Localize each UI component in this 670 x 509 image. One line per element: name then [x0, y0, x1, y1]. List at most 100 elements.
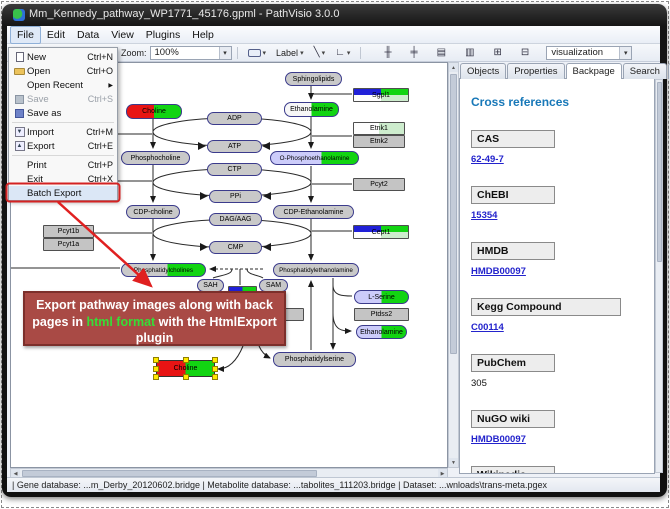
gene-node-tool-button[interactable]: ▾	[244, 45, 271, 60]
file-menu-export[interactable]: ▲ ExportCtrl+E	[9, 139, 117, 153]
selection-handle[interactable]	[183, 374, 189, 380]
xref-link[interactable]: 62-49-7	[471, 154, 654, 165]
line-tool-button[interactable]: ╲ ▾	[310, 45, 330, 60]
node-ppi[interactable]: PPi	[209, 190, 262, 203]
scroll-up-icon[interactable]: ▲	[449, 63, 458, 72]
open-folder-icon	[12, 68, 27, 75]
visualization-combobox[interactable]: visualization ▾	[546, 46, 632, 60]
xref-source-name: Kegg Compound	[471, 298, 621, 316]
save-icon	[12, 95, 27, 104]
gene-box-etnk1[interactable]: Etnk1	[353, 122, 405, 135]
selection-handle[interactable]	[183, 357, 189, 363]
file-menu-batch-export[interactable]: Batch Export	[9, 186, 117, 200]
gene-box-sgpl1[interactable]: Sgpl1	[353, 88, 409, 102]
menu-plugins[interactable]: Plugins	[140, 27, 186, 43]
node-phosphocholine[interactable]: Phosphocholine	[121, 151, 190, 165]
node-phosphatidylcholines[interactable]: Phosphatidylcholines	[121, 263, 206, 277]
gene-box-etnk2[interactable]: Etnk2	[353, 135, 405, 148]
node-ethanolamine-bottom[interactable]: Ethanolamine	[356, 325, 407, 339]
node-phosphatidylserine[interactable]: Phosphatidylserine	[273, 352, 356, 367]
connector-tool-button[interactable]: ∟ ▾	[331, 45, 354, 60]
backpage-scroll-thumb[interactable]	[657, 82, 662, 262]
node-phosphatidylethanolamine[interactable]: Phosphatidylethanolamine	[273, 263, 359, 277]
menu-data[interactable]: Data	[71, 27, 105, 43]
selection-handle[interactable]	[212, 374, 218, 380]
node-o-phosphoethanolamine[interactable]: O-Phosphoethanolamine	[270, 151, 359, 165]
stack-horizontal-icon: ▥	[465, 48, 474, 58]
selection-handle[interactable]	[212, 357, 218, 363]
node-choline-selected[interactable]: Choline	[156, 360, 215, 377]
xref-link[interactable]: HMDB00097	[471, 266, 654, 277]
file-menu-save-as[interactable]: Save as	[9, 106, 117, 120]
menu-file[interactable]: File	[10, 26, 41, 44]
gene-box-pcyt2[interactable]: Pcyt2	[353, 178, 405, 191]
align-center-icon: ╫	[384, 48, 391, 58]
file-menu-open[interactable]: OpenCtrl+O	[9, 64, 117, 78]
stack-vertical-icon: ▤	[437, 48, 446, 58]
group-icon: ⊟	[521, 48, 529, 58]
node-choline[interactable]: Choline	[126, 104, 182, 119]
save-as-icon	[12, 109, 27, 118]
menu-help[interactable]: Help	[186, 27, 220, 43]
common-size-button[interactable]: ⊞	[490, 45, 506, 60]
gene-box-cept1[interactable]: Cept1	[353, 225, 409, 239]
align-middle-button[interactable]: ╪	[407, 45, 422, 60]
node-ctp[interactable]: CTP	[207, 163, 262, 176]
tab-objects[interactable]: Objects	[460, 63, 506, 79]
stack-vertical-button[interactable]: ▤	[433, 45, 450, 60]
zoom-combobox[interactable]: 100% ▾	[150, 46, 232, 60]
node-cdp-ethanolamine[interactable]: CDP-Ethanolamine	[273, 205, 354, 219]
vertical-scroll-thumb[interactable]	[450, 74, 457, 354]
file-menu-import[interactable]: ▼ ImportCtrl+M	[9, 125, 117, 139]
tab-search[interactable]: Search	[623, 63, 667, 79]
gene-box-pcyt1a[interactable]: Pcyt1a	[43, 238, 94, 251]
file-menu-open-recent[interactable]: Open Recent ▶	[9, 78, 117, 92]
backpage-scrollbar[interactable]	[655, 79, 663, 473]
xref-section-cas: CAS 62-49-7	[471, 130, 654, 165]
selection-handle[interactable]	[153, 366, 159, 372]
file-menu-exit[interactable]: ExitCtrl+X	[9, 172, 117, 186]
align-middle-icon: ╪	[411, 48, 418, 58]
node-atp[interactable]: ATP	[207, 140, 262, 153]
file-menu-save[interactable]: SaveCtrl+S	[9, 92, 117, 106]
node-adp[interactable]: ADP	[207, 112, 262, 125]
stack-horizontal-button[interactable]: ▥	[461, 45, 478, 60]
selection-handle[interactable]	[212, 366, 218, 372]
xref-link[interactable]: HMDB00097	[471, 434, 654, 445]
menu-separator	[12, 122, 114, 123]
menu-bar: File Edit Data View Plugins Help	[7, 26, 660, 44]
gene-box-ptdss2[interactable]: Ptdss2	[354, 308, 409, 321]
xref-link[interactable]: 15354	[471, 210, 654, 221]
menu-edit[interactable]: Edit	[41, 27, 71, 43]
file-menu-new[interactable]: NewCtrl+N	[9, 50, 117, 64]
menu-view[interactable]: View	[105, 27, 140, 43]
line-tool-icon: ╲	[314, 48, 320, 58]
export-icon: ▲	[12, 141, 27, 151]
visualization-dropdown-icon[interactable]: ▾	[619, 47, 631, 59]
zoom-dropdown-icon[interactable]: ▾	[219, 47, 231, 59]
new-document-icon	[12, 52, 27, 62]
xref-source-name: Wikipedia	[471, 466, 555, 474]
tab-properties[interactable]: Properties	[507, 63, 564, 79]
xref-link[interactable]: C00114	[471, 322, 654, 333]
window-title: Mm_Kennedy_pathway_WP1771_45176.gpml - P…	[29, 8, 339, 20]
scroll-down-icon[interactable]: ▼	[449, 458, 458, 467]
node-l-serine[interactable]: L-Serine	[354, 290, 409, 304]
selection-handle[interactable]	[153, 374, 159, 380]
node-cdp-choline[interactable]: CDP-choline	[126, 205, 180, 219]
file-menu-print[interactable]: PrintCtrl+P	[9, 158, 117, 172]
align-center-button[interactable]: ╫	[380, 45, 395, 60]
label-tool-button[interactable]: Label ▾	[272, 45, 308, 60]
node-ethanolamine[interactable]: Ethanolamine	[284, 102, 339, 117]
annotation-highlight: html format	[86, 315, 155, 329]
xref-source-name: HMDB	[471, 242, 555, 260]
node-dag-aag[interactable]: DAG/AAG	[209, 213, 262, 226]
selection-handle[interactable]	[153, 357, 159, 363]
node-sphingolipids[interactable]: Sphingolipids	[285, 72, 342, 86]
node-cmp[interactable]: CMP	[209, 241, 262, 254]
gene-box-pcyt1b[interactable]: Pcyt1b	[43, 225, 94, 238]
group-button[interactable]: ⊟	[517, 45, 533, 60]
horizontal-scroll-thumb[interactable]	[22, 470, 317, 477]
editor-vertical-scrollbar[interactable]: ▲ ▼	[448, 62, 459, 468]
tab-backpage[interactable]: Backpage	[566, 63, 622, 79]
